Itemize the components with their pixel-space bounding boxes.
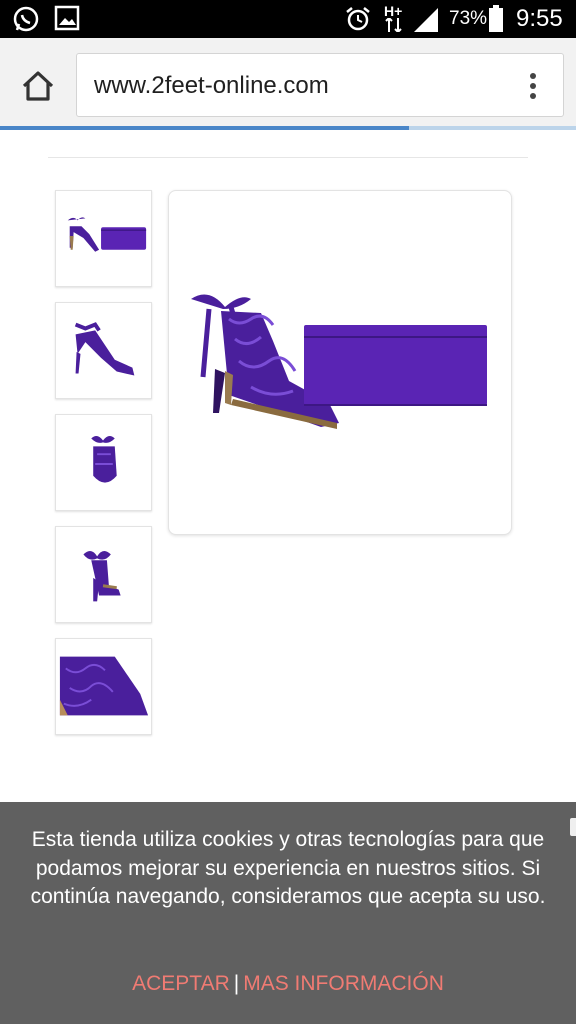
product-main-image[interactable] [168, 190, 512, 535]
scroll-edge-indicator [570, 818, 576, 836]
shoe-and-clutch-image [191, 294, 487, 429]
clock: 9:55 [516, 5, 563, 32]
shoe-and-clutch-thumbnail-image [67, 217, 147, 252]
shoe-front-thumbnail-image [91, 435, 117, 483]
whatsapp-icon [12, 5, 40, 38]
battery-percent: 73% [449, 8, 488, 29]
signal-icon [412, 6, 440, 37]
overflow-menu-button[interactable] [521, 70, 545, 102]
product-thumbnail-3[interactable] [55, 414, 152, 511]
cookie-link-separator: | [233, 972, 240, 995]
alarm-icon [344, 5, 372, 38]
shoe-back-thumbnail-image [83, 550, 121, 602]
product-thumbnail-5[interactable] [55, 638, 152, 735]
shoe-detail-thumbnail-image [59, 656, 149, 716]
home-button[interactable] [18, 68, 58, 104]
product-thumbnail-2[interactable] [55, 302, 152, 399]
browser-toolbar: www.2feet-online.com [0, 38, 576, 130]
home-icon [22, 71, 54, 101]
address-bar[interactable]: www.2feet-online.com [76, 53, 564, 117]
more-info-link[interactable]: MAS INFORMACIÓN [243, 972, 444, 995]
shoe-side-thumbnail-image [74, 322, 135, 376]
network-icon: H+ [384, 4, 404, 32]
url-text: www.2feet-online.com [94, 72, 329, 99]
cookie-actions: ACEPTAR | MAS INFORMACIÓN [0, 972, 576, 996]
overflow-menu-icon [530, 73, 536, 99]
battery-icon [488, 5, 504, 38]
product-thumbnail-1[interactable] [55, 190, 152, 287]
page-load-progress [0, 126, 576, 130]
gallery-icon [54, 5, 80, 36]
cookie-message: Esta tienda utiliza cookies y otras tecn… [30, 828, 546, 908]
cookie-consent-banner: Esta tienda utiliza cookies y otras tecn… [0, 802, 576, 1024]
status-bar: H+ 73% 9:55 [0, 0, 576, 38]
page-load-progress-fill [0, 126, 409, 130]
accept-cookies-button[interactable]: ACEPTAR [132, 972, 230, 995]
divider [48, 157, 528, 158]
product-thumbnail-4[interactable] [55, 526, 152, 623]
